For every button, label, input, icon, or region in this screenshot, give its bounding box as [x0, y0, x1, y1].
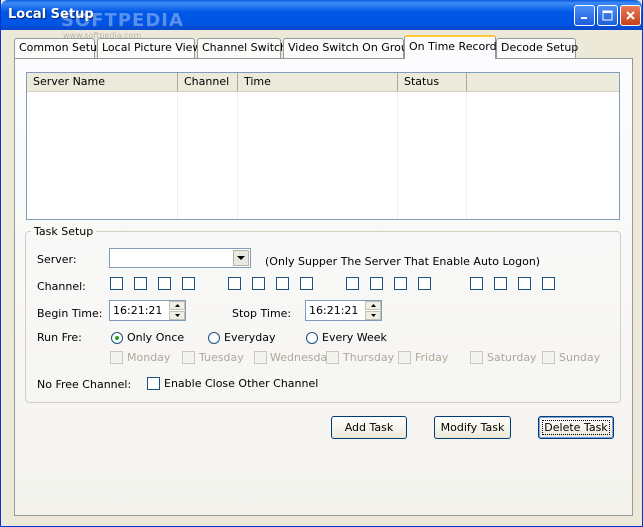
stop-time-value: 16:21:21	[309, 304, 359, 317]
maximize-button[interactable]	[597, 5, 618, 26]
weekday-checkbox-saturday[interactable]	[470, 351, 483, 364]
weekday-label: Sunday	[559, 351, 601, 364]
enable-close-other-channel-label[interactable]: Enable Close Other Channel	[164, 377, 318, 390]
maximize-icon	[602, 10, 613, 21]
begin-time-label: Begin Time:	[37, 307, 103, 320]
weekday-checkbox-friday[interactable]	[398, 351, 411, 364]
tab-local-picture-view[interactable]: Local Picture View	[97, 38, 201, 58]
no-free-channel-label: No Free Channel:	[37, 378, 132, 391]
server-dropdown-button[interactable]	[233, 250, 249, 266]
weekday-checkbox-sunday[interactable]	[542, 351, 555, 364]
weekday-checkbox-thursday[interactable]	[326, 351, 339, 364]
weekday-label: Tuesday	[199, 351, 244, 364]
column-divider	[466, 92, 467, 219]
enable-close-other-channel-checkbox[interactable]	[147, 377, 160, 390]
channel-checkbox-15[interactable]	[518, 277, 531, 290]
weekday-label: Friday	[415, 351, 449, 364]
radio-everyday[interactable]	[208, 332, 220, 344]
channel-checkbox-12[interactable]	[418, 277, 431, 290]
begin-time-value: 16:21:21	[113, 304, 163, 317]
tab-channel-switch[interactable]: Channel Switch	[197, 38, 287, 58]
modify-task-button[interactable]: Modify Task	[434, 416, 511, 439]
radio-everyday-label[interactable]: Everyday	[224, 331, 276, 344]
tab-label: Video Switch On Group	[288, 41, 415, 54]
task-setup-title: Task Setup	[31, 225, 97, 238]
channel-checkbox-5[interactable]	[228, 277, 241, 290]
chevron-down-icon	[370, 314, 376, 317]
channel-checkbox-14[interactable]	[494, 277, 507, 290]
weekday-checkbox-tuesday[interactable]	[182, 351, 195, 364]
channel-checkbox-16[interactable]	[542, 277, 555, 290]
softpedia-watermark: SOFTPEDIA	[61, 10, 184, 31]
column-time[interactable]: Time	[238, 73, 398, 91]
task-list[interactable]: Server Name Channel Time Status	[26, 72, 620, 220]
channel-checkbox-9[interactable]	[346, 277, 359, 290]
weekday-checkbox-monday[interactable]	[110, 351, 123, 364]
stop-time-up-button[interactable]	[365, 301, 381, 310]
tab-label: Local Picture View	[102, 41, 202, 54]
column-server-name[interactable]: Server Name	[27, 73, 178, 91]
tab-label: On Time Record	[409, 40, 497, 53]
server-combobox[interactable]	[109, 248, 251, 268]
begin-time-spinner	[169, 301, 185, 320]
chevron-up-icon	[174, 304, 180, 307]
channel-checkbox-6[interactable]	[252, 277, 265, 290]
server-label: Server:	[37, 253, 77, 266]
stop-time-spinner	[365, 301, 381, 320]
begin-time-up-button[interactable]	[169, 301, 185, 310]
stop-time-label: Stop Time:	[232, 307, 292, 320]
focus-ring	[542, 420, 610, 435]
weekday-label: Wednesday	[270, 351, 334, 364]
stop-time-down-button[interactable]	[365, 311, 381, 320]
chevron-down-icon	[174, 314, 180, 317]
radio-only-once-label[interactable]: Only Once	[127, 331, 184, 344]
column-divider	[237, 92, 238, 219]
channel-checkbox-8[interactable]	[300, 277, 313, 290]
tab-video-switch-on-group[interactable]: Video Switch On Group	[283, 38, 415, 58]
channel-label: Channel:	[37, 280, 86, 293]
radio-only-once[interactable]	[111, 332, 123, 344]
channel-checkbox-3[interactable]	[158, 277, 171, 290]
tab-label: Common Setup	[19, 41, 105, 54]
weekday-label: Monday	[127, 351, 171, 364]
delete-task-button[interactable]: Delete Task	[538, 416, 614, 439]
stop-time-picker[interactable]: 16:21:21	[305, 300, 382, 321]
tab-on-time-record[interactable]: On Time Record	[404, 35, 497, 59]
channel-checkbox-7[interactable]	[276, 277, 289, 290]
channel-checkbox-4[interactable]	[182, 277, 195, 290]
channel-checkbox-11[interactable]	[394, 277, 407, 290]
tab-label: Channel Switch	[202, 41, 288, 54]
radio-every-week-label[interactable]: Every Week	[322, 331, 387, 344]
list-header: Server Name Channel Time Status	[27, 73, 619, 92]
channel-checkbox-10[interactable]	[370, 277, 383, 290]
chevron-up-icon	[370, 304, 376, 307]
minimize-button[interactable]	[574, 5, 595, 26]
chevron-down-icon	[237, 255, 245, 260]
channel-checkbox-13[interactable]	[470, 277, 483, 290]
local-setup-window: Local Setup SOFTPEDIA www.softpedia.com …	[0, 0, 643, 527]
title-bar[interactable]: Local Setup SOFTPEDIA	[1, 0, 642, 31]
channel-checkbox-1[interactable]	[110, 277, 123, 290]
add-task-button[interactable]: Add Task	[331, 416, 407, 439]
close-button[interactable]	[620, 5, 641, 26]
begin-time-down-button[interactable]	[169, 311, 185, 320]
server-note: (Only Supper The Server That Enable Auto…	[265, 255, 541, 268]
column-status[interactable]: Status	[398, 73, 467, 91]
tab-common-setup[interactable]: Common Setup	[14, 38, 104, 58]
begin-time-picker[interactable]: 16:21:21	[109, 300, 186, 321]
radio-every-week[interactable]	[306, 332, 318, 344]
run-fre-label: Run Fre:	[37, 331, 82, 344]
minimize-icon	[581, 17, 587, 19]
tab-label: Decode Setup	[501, 41, 579, 54]
column-divider	[177, 92, 178, 219]
tab-decode-setup[interactable]: Decode Setup	[496, 38, 579, 58]
weekday-label: Thursday	[343, 351, 395, 364]
channel-checkbox-2[interactable]	[134, 277, 147, 290]
column-channel[interactable]: Channel	[178, 73, 238, 91]
column-divider	[397, 92, 398, 219]
close-icon	[626, 11, 635, 20]
weekday-checkbox-wednesday[interactable]	[254, 351, 267, 364]
weekday-label: Saturday	[487, 351, 537, 364]
